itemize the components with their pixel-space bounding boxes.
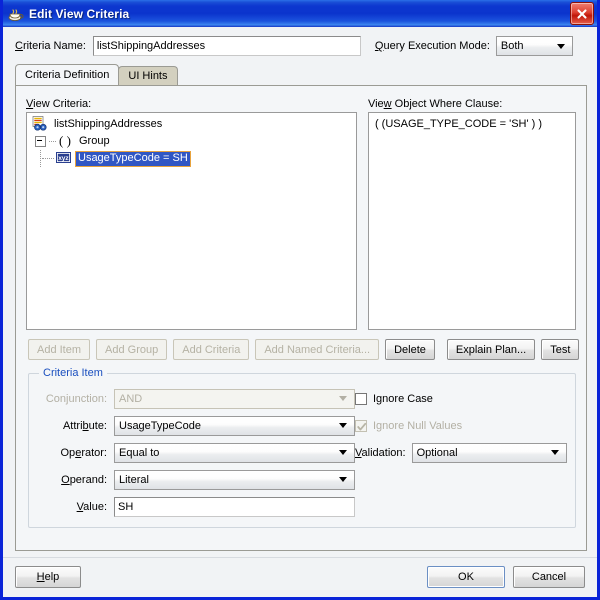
chevron-down-icon <box>339 396 347 401</box>
operator-label: Operator: <box>60 446 108 459</box>
svg-text:( ): ( ) <box>59 133 71 148</box>
dialog-footer: Help OK Cancel <box>3 557 597 597</box>
xyz-attribute-icon: xyz <box>56 151 71 166</box>
validation-select[interactable]: Optional <box>411 442 567 463</box>
window-title: Edit View Criteria <box>29 6 130 21</box>
operand-select[interactable]: Literal <box>114 469 355 490</box>
test-button[interactable]: Test <box>541 339 580 360</box>
attribute-label: Attribute: <box>62 419 107 432</box>
group-parens-icon: ( ) <box>58 133 73 151</box>
tab-strip: Criteria Definition UI Hints <box>3 64 597 85</box>
where-clause-box: ( (USAGE_TYPE_CODE = 'SH' ) ) <box>367 112 576 330</box>
add-criteria-label: Add Criteria <box>182 343 241 356</box>
criteria-name-input[interactable] <box>92 36 361 56</box>
row-value: Value: <box>37 496 567 517</box>
ignore-null-values-label: Ignore Null Values <box>373 419 463 432</box>
tab-ui-hints-label: UI Hints <box>128 70 168 82</box>
coffee-cup-icon <box>8 6 24 22</box>
help-button[interactable]: Help <box>15 566 81 588</box>
cancel-button[interactable]: Cancel <box>513 566 585 588</box>
attribute-select[interactable]: UsageTypeCode <box>114 415 355 436</box>
chevron-down-icon <box>551 450 559 455</box>
svg-text:xyz: xyz <box>58 155 69 162</box>
tree-node-group-label: Group <box>79 135 110 147</box>
view-criteria-label: View Criteria: <box>26 98 92 110</box>
row-attribute: Attribute: UsageTypeCode Ignore Null Val… <box>37 415 567 436</box>
view-criteria-icon <box>32 115 48 134</box>
conjunction-label: Conjunction: <box>45 392 107 405</box>
row-operator: Operator: Equal to Validation: Optional <box>37 442 567 463</box>
where-clause-text: ( (USAGE_TYPE_CODE = 'SH' ) ) <box>374 118 543 130</box>
attribute-value: UsageTypeCode <box>119 419 201 432</box>
criteria-name-row: Criteria Name: Query Execution Mode: Bot… <box>3 27 597 64</box>
add-named-criteria-label: Add Named Criteria... <box>264 343 371 356</box>
value-input[interactable] <box>114 496 355 517</box>
query-execution-mode-select[interactable]: Both <box>495 36 573 56</box>
operator-value: Equal to <box>119 446 160 459</box>
chevron-down-icon <box>339 423 347 428</box>
tree-node-criteria-item[interactable]: xyz UsageTypeCode = SH <box>30 150 354 167</box>
tree-expander-group[interactable] <box>35 136 46 147</box>
criteria-item-legend: Criteria Item <box>39 367 107 379</box>
row-operand: Operand: Literal <box>37 469 567 490</box>
add-item-label: Add Item <box>37 343 82 356</box>
tree-node-criteria-item-label: UsageTypeCode = SH <box>75 150 191 167</box>
test-label: Test <box>550 343 571 356</box>
add-group-button: Add Group <box>96 339 168 360</box>
add-criteria-button: Add Criteria <box>173 339 250 360</box>
ignore-case-label: Ignore Case <box>373 392 433 405</box>
explain-plan-button[interactable]: Explain Plan... <box>446 339 536 360</box>
operator-select[interactable]: Equal to <box>114 442 355 463</box>
cancel-label: Cancel <box>531 571 567 583</box>
help-label: Help <box>36 571 60 583</box>
tab-criteria-definition[interactable]: Criteria Definition <box>15 64 120 85</box>
tab-ui-hints[interactable]: UI Hints <box>118 66 178 85</box>
dialog-window: Edit View Criteria Criteria Name: Query … <box>0 0 600 600</box>
view-criteria-tree[interactable]: listShippingAddresses ( ) Group xyz Usag… <box>26 112 357 330</box>
chevron-down-icon <box>339 450 347 455</box>
ignore-case-checkbox[interactable] <box>355 392 367 405</box>
delete-label: Delete <box>394 343 426 356</box>
ignore-null-values-row: Ignore Null Values <box>355 415 462 436</box>
title-bar: Edit View Criteria <box>3 0 597 27</box>
criteria-item-group: Criteria Item Conjunction: AND Ignore Ca… <box>28 367 576 528</box>
close-icon[interactable] <box>570 2 594 25</box>
operand-value: Literal <box>119 473 149 486</box>
chevron-down-icon <box>339 477 347 482</box>
add-item-button: Add Item <box>28 339 91 360</box>
where-clause-label: View Object Where Clause: <box>367 98 503 110</box>
validation-value: Optional <box>416 446 458 459</box>
ignore-null-values-checkbox <box>355 419 367 432</box>
conjunction-select: AND <box>114 388 355 409</box>
chevron-down-icon <box>556 43 565 49</box>
query-execution-mode-value: Both <box>500 40 524 52</box>
validation-label: Validation: <box>355 446 406 459</box>
ok-button[interactable]: OK <box>427 566 505 588</box>
view-criteria-pane: View Criteria: listShippingAddresses ()… <box>26 98 357 330</box>
row-conjunction: Conjunction: AND Ignore Case <box>37 388 567 409</box>
ok-label: OK <box>458 571 474 583</box>
ignore-case-row[interactable]: Ignore Case <box>355 388 433 409</box>
criteria-definition-panel: View Criteria: listShippingAddresses ()… <box>15 85 587 551</box>
tree-node-group[interactable]: ( ) Group <box>30 133 354 150</box>
explain-plan-label: Explain Plan... <box>455 343 527 356</box>
conjunction-value: AND <box>119 392 143 405</box>
where-clause-pane: View Object Where Clause: ( (USAGE_TYPE_… <box>367 98 576 330</box>
dialog-client-area: Criteria Name: Query Execution Mode: Bot… <box>3 27 597 597</box>
criteria-name-label: Criteria Name: <box>15 40 86 52</box>
add-group-label: Add Group <box>105 343 159 356</box>
value-label: Value: <box>76 500 107 513</box>
checkmark-icon <box>357 422 367 430</box>
panes-row: View Criteria: listShippingAddresses ()… <box>16 86 586 330</box>
delete-button[interactable]: Delete <box>385 339 435 360</box>
add-named-criteria-button: Add Named Criteria... <box>255 339 380 360</box>
tab-criteria-definition-label: Criteria Definition <box>25 69 110 81</box>
query-execution-mode-label: Query Execution Mode: <box>374 40 490 52</box>
tree-button-bar: Add Item Add Group Add Criteria Add Name… <box>16 330 586 360</box>
tree-node-root[interactable]: listShippingAddresses <box>30 115 354 134</box>
tree-node-root-label: listShippingAddresses <box>54 118 163 130</box>
operand-label: Operand: <box>61 473 107 486</box>
